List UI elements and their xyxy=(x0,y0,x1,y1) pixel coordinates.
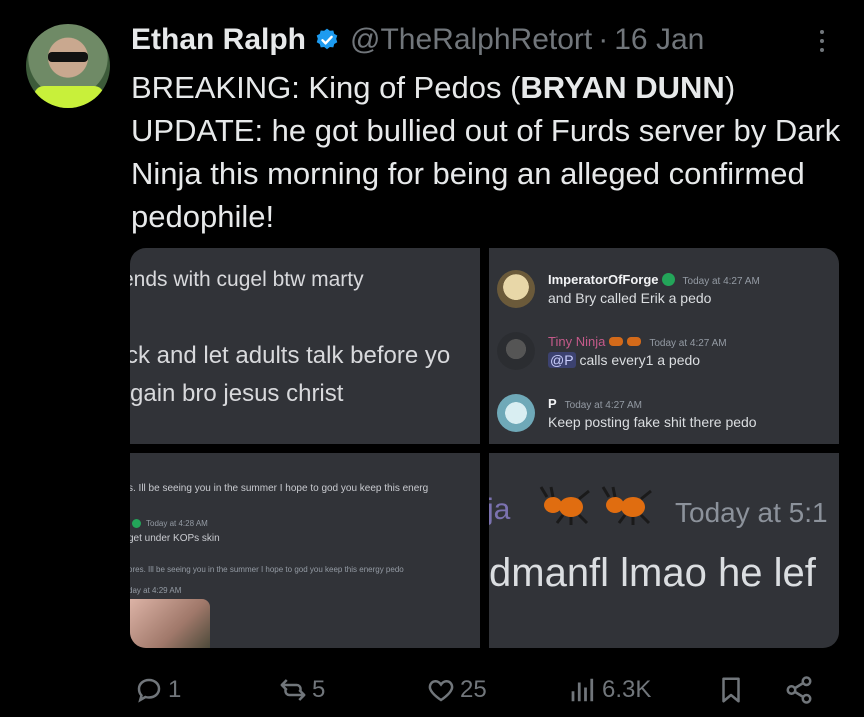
share-icon xyxy=(786,676,812,704)
views-button[interactable]: 6.3K xyxy=(568,670,651,710)
check-badge-icon xyxy=(132,519,141,528)
chat-line: ores. Ill be seeing you in the summer I … xyxy=(130,565,404,574)
header-separator: · xyxy=(598,23,609,56)
message-body: and Bry called Erik a pedo xyxy=(548,290,712,306)
author-name[interactable]: Ethan Ralph xyxy=(131,23,306,57)
tweet-header: Ethan Ralph @TheRalphRetort · 16 Jan xyxy=(131,22,704,58)
avatar-sunglasses xyxy=(48,52,88,62)
reply-count: 1 xyxy=(168,676,182,703)
author-avatar[interactable] xyxy=(26,24,110,108)
repost-button[interactable]: 5 xyxy=(278,670,325,710)
avatar-vest xyxy=(34,86,104,108)
ant-emoji-icon xyxy=(609,337,624,346)
message-timestamp: Today at 4:27 AM xyxy=(682,276,760,287)
image-thumbnail xyxy=(130,599,210,648)
reply-icon xyxy=(137,678,161,703)
like-count: 25 xyxy=(460,676,487,703)
media-grid: ends with cugel btw marty ck and let adu… xyxy=(130,248,839,648)
chat-line: get under KOPs skin xyxy=(130,533,220,544)
discord-message: Tiny Ninja Today at 4:27 AM @P calls ever… xyxy=(497,328,837,378)
ant-emoji-icon xyxy=(539,486,590,525)
user-mention: @P xyxy=(548,352,576,368)
heart-icon xyxy=(428,679,454,702)
tweet-date[interactable]: 16 Jan xyxy=(614,23,704,57)
message-body: @P calls every1 a pedo xyxy=(548,352,701,368)
media-image-1[interactable]: ends with cugel btw marty ck and let adu… xyxy=(130,248,480,444)
verified-badge-icon xyxy=(316,28,338,50)
author-handle[interactable]: @TheRalphRetort xyxy=(350,23,592,57)
repost-icon xyxy=(280,679,306,701)
view-count: 6.3K xyxy=(602,676,652,703)
check-badge-icon xyxy=(661,273,675,286)
message-timestamp: Today at 4:28 AM xyxy=(146,519,208,528)
tweet-text-prefix: BREAKING: King of Pedos ( xyxy=(131,70,521,105)
discord-message: ImperatorOfForge Today at 4:27 AM and Bry… xyxy=(497,266,837,316)
chat-line: s. Ill be seeing you in the summer I hop… xyxy=(130,483,429,494)
chat-line: ends with cugel btw marty xyxy=(130,268,364,291)
message-author: P Today at 4:27 AM xyxy=(548,396,642,411)
tweet-text-bold: BRYAN DUNN xyxy=(520,70,725,105)
user-avatar xyxy=(497,270,535,308)
message-author: Tiny Ninja Today at 4:27 AM xyxy=(548,334,727,349)
reply-button[interactable]: 1 xyxy=(134,670,181,710)
chat-line: gain bro jesus christ xyxy=(130,380,344,407)
tweet-text: BREAKING: King of Pedos (BRYAN DUNN) UPD… xyxy=(131,66,841,238)
message-timestamp: day at 4:29 AM xyxy=(130,586,182,595)
views-icon xyxy=(571,678,594,702)
ant-emoji-icon xyxy=(601,486,652,525)
message-timestamp: Today at 5:1 xyxy=(675,497,828,528)
message-body: Keep posting fake shit there pedo xyxy=(548,414,757,430)
more-vertical-icon[interactable] xyxy=(810,26,834,56)
bookmark-icon xyxy=(722,677,740,703)
media-image-2[interactable]: ImperatorOfForge Today at 4:27 AM and Bry… xyxy=(489,248,839,444)
share-button[interactable] xyxy=(784,670,814,710)
message-timestamp: Today at 4:27 AM xyxy=(564,400,642,411)
message-timestamp: Today at 4:27 AM xyxy=(649,338,727,349)
user-avatar xyxy=(497,332,535,370)
message-author: ImperatorOfForge Today at 4:27 AM xyxy=(548,272,760,287)
message-author: ja xyxy=(489,493,511,526)
chat-line: ck and let adults talk before yo xyxy=(130,342,451,369)
message-body: dmanfl lmao he lef xyxy=(489,551,816,595)
like-button[interactable]: 25 xyxy=(426,670,487,710)
bookmark-button[interactable] xyxy=(716,670,746,710)
user-avatar xyxy=(497,394,535,432)
repost-count: 5 xyxy=(312,676,326,703)
media-image-3[interactable]: s. Ill be seeing you in the summer I hop… xyxy=(130,453,480,648)
tweet-actions: 1 5 25 6.3K xyxy=(130,670,830,710)
media-image-4[interactable]: ja Today at 5:1 dmanfl lmao he lef xyxy=(489,453,839,648)
discord-message: P Today at 4:27 AM Keep posting fake shit… xyxy=(497,390,837,440)
ant-emoji-icon xyxy=(627,337,642,346)
